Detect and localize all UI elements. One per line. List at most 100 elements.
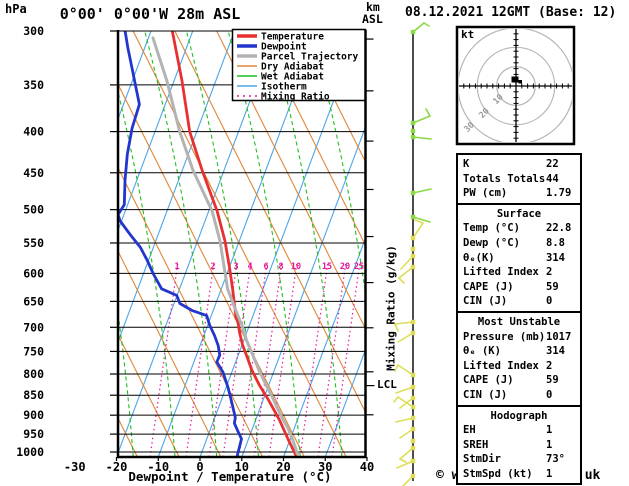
indices-panel-surface: Surface Temp (°C) 22.8 Dewp (°C) 8.8 θₑ(K) 314… bbox=[456, 202, 582, 313]
panel-row-value: 0 bbox=[546, 388, 553, 401]
panel-header: Surface bbox=[496, 207, 542, 220]
mixing-ratio-axis-title: Mixing Ratio (g/kg) bbox=[384, 245, 398, 371]
wind-barb bbox=[399, 458, 407, 463]
pressure-tick-label: 700 bbox=[23, 320, 44, 334]
pressure-axis-unit: hPa bbox=[5, 2, 27, 16]
mixing-ratio-value-label: 15 bbox=[322, 262, 332, 272]
mixing-ratio-value-label: 3 bbox=[233, 262, 238, 272]
panel-row-value: 8.8 bbox=[546, 236, 565, 249]
pressure-tick-label: 450 bbox=[23, 166, 44, 180]
wind-barb bbox=[397, 396, 414, 408]
panel-row: Dewp (°C) 8.8 bbox=[458, 236, 580, 251]
panel-header: Most Unstable bbox=[477, 315, 561, 328]
panel-row: CIN (J) 0 bbox=[458, 294, 580, 309]
panel-row-value: 22.8 bbox=[546, 222, 572, 235]
wind-barb-station-dot bbox=[410, 404, 416, 410]
panel-row-value: 0 bbox=[546, 295, 553, 308]
wind-barb-station-dot bbox=[410, 473, 416, 479]
panel-row-value: 314 bbox=[546, 345, 565, 358]
hodograph-plot: 102030 bbox=[455, 25, 576, 146]
station-title: 0°00' 0°00'W 28m ASL bbox=[59, 5, 241, 23]
wind-barb bbox=[412, 188, 432, 194]
panel-row: CAPE (J) 59 bbox=[458, 280, 580, 295]
wind-barb bbox=[412, 222, 424, 239]
panel-row-label: K bbox=[463, 158, 470, 170]
pressure-tick-label: 600 bbox=[23, 266, 44, 280]
panel-row-value: 73° bbox=[546, 453, 565, 466]
panel-row-label: Totals Totals bbox=[463, 172, 546, 185]
wind-barb-station-dot bbox=[410, 214, 416, 220]
panel-row-value: 314 bbox=[546, 251, 565, 264]
panel-row-label: SREH bbox=[463, 438, 489, 451]
panel-header: Hodograph bbox=[490, 409, 548, 422]
wind-barb-station-dot bbox=[410, 319, 416, 325]
panel-row-label: StmSpd (kt) bbox=[463, 467, 533, 480]
panel-row-label: EH bbox=[463, 424, 476, 437]
panel-row-value: 1 bbox=[546, 424, 553, 437]
panel-row-label: CAPE (J) bbox=[463, 280, 514, 293]
panel-row-label: θₑ(K) bbox=[463, 251, 495, 264]
isotherm-line bbox=[0, 31, 109, 457]
mixing-ratio-value-label: 6 bbox=[263, 262, 268, 272]
wind-barb-station-dot bbox=[410, 246, 416, 252]
pressure-tick-label: 950 bbox=[23, 427, 44, 441]
pressure-tick-label: 750 bbox=[23, 344, 44, 358]
pressure-tick-label: 500 bbox=[23, 203, 44, 217]
wind-barb-station-dot bbox=[410, 445, 416, 451]
panel-row-label: StmDir bbox=[463, 453, 501, 466]
temperature-tick-label: -30 bbox=[64, 460, 86, 474]
pressure-tick-label: 800 bbox=[23, 367, 44, 381]
panel-row-label: CIN (J) bbox=[463, 295, 508, 308]
wind-barb-station-dot bbox=[410, 438, 416, 444]
wind-barb-station-dot bbox=[410, 128, 416, 134]
pressure-tick-label: 900 bbox=[23, 408, 44, 422]
panel-row-value: 2 bbox=[546, 359, 553, 372]
wind-barb bbox=[414, 219, 424, 224]
panel-row-label: θₑ (K) bbox=[463, 345, 501, 358]
isotherm-line bbox=[119, 31, 235, 341]
panel-row-value: 22 bbox=[546, 158, 559, 170]
panel-row: EH 1 bbox=[458, 423, 580, 438]
panel-row: StmSpd (kt) 1 bbox=[458, 467, 580, 482]
wind-barb bbox=[412, 136, 432, 140]
mixing-ratio-value-label: 8 bbox=[278, 262, 283, 272]
wind-barb bbox=[398, 277, 405, 284]
panel-row-label: CIN (J) bbox=[463, 388, 508, 401]
wind-barb-station-dot bbox=[410, 426, 416, 432]
wind-barb-station-dot bbox=[410, 120, 416, 126]
panel-row-label: Dewp (°C) bbox=[463, 236, 520, 249]
panel-row-label: Lifted Index bbox=[463, 359, 539, 372]
storm-motion-dot bbox=[518, 80, 522, 84]
panel-row-value: 1.79 bbox=[546, 187, 572, 200]
pressure-tick-label: 850 bbox=[23, 388, 44, 402]
panel-row: K 22 bbox=[458, 157, 580, 172]
panel-row-value: 1017 bbox=[546, 330, 572, 343]
pressure-tick-label: 400 bbox=[23, 125, 44, 139]
mixing-ratio-value-label: 2 bbox=[210, 262, 215, 272]
wind-barb bbox=[397, 364, 414, 376]
pressure-tick-label: 1000 bbox=[16, 445, 44, 459]
wind-barb bbox=[423, 22, 430, 27]
wind-barb-station-dot bbox=[410, 330, 416, 336]
isotherm-line bbox=[119, 31, 194, 230]
wind-barb bbox=[397, 332, 414, 343]
mixing-ratio-value-label: 4 bbox=[247, 262, 252, 272]
wind-barb-station-dot bbox=[410, 384, 416, 390]
indices-panel-hodograph: Hodograph EH 1 SREH 1 StmDir 73° StmSpd (kt) 1 bbox=[456, 404, 582, 486]
panel-row-value: 1 bbox=[546, 438, 553, 451]
panel-row: Temp (°C) 22.8 bbox=[458, 221, 580, 236]
panel-row-value: 59 bbox=[546, 280, 559, 293]
storm-motion-dot bbox=[511, 76, 519, 83]
wind-barb-station-dot bbox=[410, 134, 416, 140]
wet-adiabat-line bbox=[144, 31, 218, 457]
panel-row-value: 44 bbox=[546, 172, 559, 185]
temperature-tick-label: 40 bbox=[360, 460, 374, 474]
wind-barb-station-dot bbox=[410, 253, 416, 259]
panel-row: PW (cm) 1.79 bbox=[458, 186, 580, 201]
panel-row: Pressure (mb) 1017 bbox=[458, 330, 580, 345]
indices-panels: K 22 Totals Totals 44 PW (cm) 1.79 Surface Temp… bbox=[456, 153, 582, 486]
panel-row-label: PW (cm) bbox=[463, 187, 508, 200]
panel-row-value: 2 bbox=[546, 266, 553, 279]
height-axis-unit-asl: ASL bbox=[362, 12, 383, 26]
wind-barb bbox=[425, 108, 431, 117]
